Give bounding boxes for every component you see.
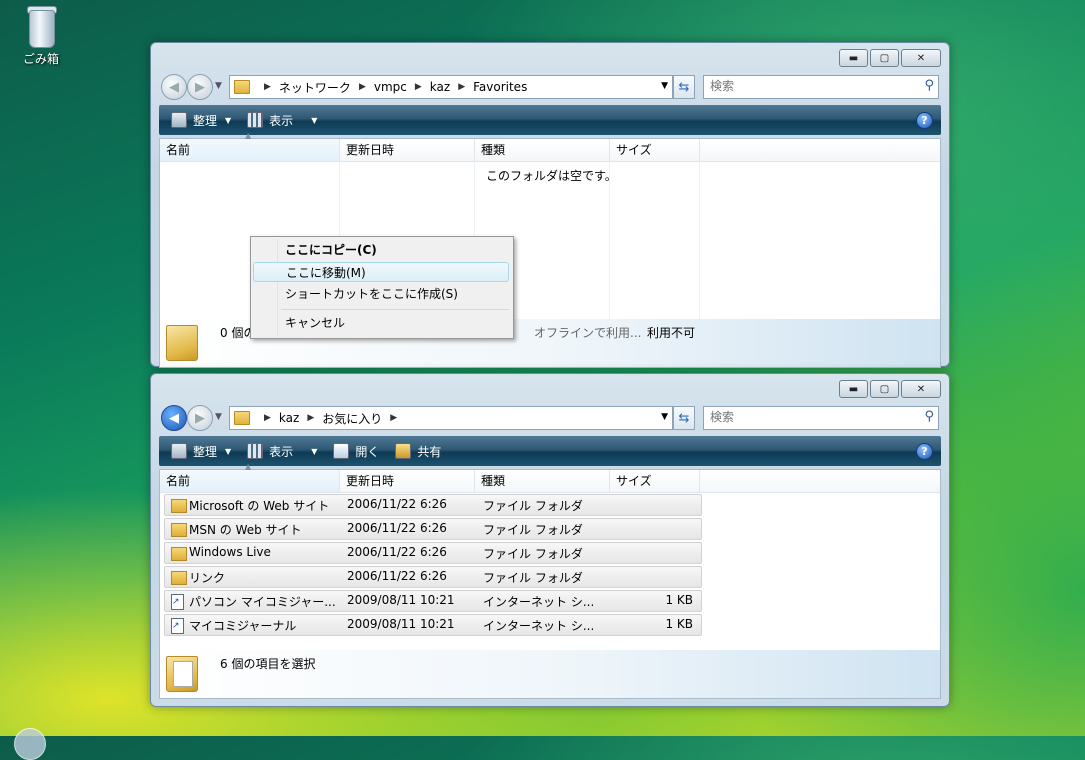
breadcrumb-network[interactable]: ネットワーク [279, 79, 351, 96]
recycle-bin-icon [24, 4, 58, 48]
details-pane: 6 個の項目を選択 [159, 650, 941, 699]
refresh-button[interactable]: ⇆ [673, 406, 695, 430]
organize-icon [171, 112, 187, 128]
breadcrumb-kaz[interactable]: kaz [430, 80, 450, 94]
views-button[interactable]: 表示 ▼ [243, 109, 321, 131]
command-bar: 整理 ▼ 表示 ▼ ? [159, 105, 941, 135]
help-icon[interactable]: ? [916, 112, 933, 129]
minimize-button[interactable]: ▬ [839, 49, 868, 67]
recent-pages-dropdown[interactable]: ▼ [215, 412, 222, 422]
internet-shortcut-icon [171, 618, 184, 634]
column-name[interactable]: 名前 [160, 470, 340, 492]
address-bar[interactable]: ▶ ネットワーク ▶ vmpc ▶ kaz ▶ Favorites ▼ [229, 75, 673, 99]
breadcrumb-favorites[interactable]: Favorites [473, 80, 527, 94]
folder-icon [171, 499, 187, 513]
column-name[interactable]: 名前 [160, 139, 340, 161]
offline-availability-value: 利用不可 [647, 326, 696, 340]
share-button[interactable]: 共有 [391, 440, 445, 462]
offline-availability-label: オフラインで利用... [534, 326, 642, 340]
maximize-button[interactable]: ▢ [870, 49, 899, 67]
minimize-button[interactable]: ▬ [839, 380, 868, 398]
views-icon [247, 112, 264, 128]
column-size[interactable]: サイズ [610, 470, 700, 492]
search-icon[interactable]: ⚲ [924, 78, 934, 93]
menu-item-move-here[interactable]: ここに移動(M) [253, 262, 509, 282]
breadcrumb-okiniiri[interactable]: お気に入り [322, 410, 382, 427]
folder-icon [234, 80, 250, 94]
column-size[interactable]: サイズ [610, 139, 700, 161]
back-button[interactable]: ◀ [161, 405, 187, 431]
views-icon [247, 443, 264, 459]
command-bar: 整理 ▼ 表示 ▼ 開く 共有 ? [159, 436, 941, 466]
recent-pages-dropdown[interactable]: ▼ [215, 81, 222, 91]
drag-drop-context-menu: ここにコピー(C) ここに移動(M) ショートカットをここに作成(S) キャンセ… [250, 236, 514, 339]
explorer-window-okiniiri: ▬ ▢ ✕ ◀ ▶ ▼ ▶kaz ▶お気に入り ▶ ▼ ⇆ ⚲ 整理▼ 表示▼ … [150, 373, 950, 707]
menu-item-copy-here[interactable]: ここにコピー(C) [253, 240, 509, 260]
help-icon[interactable]: ? [916, 443, 933, 460]
breadcrumb-vmpc[interactable]: vmpc [374, 80, 407, 94]
folder-icon [171, 523, 187, 537]
start-orb-edge[interactable] [14, 728, 46, 760]
address-bar[interactable]: ▶ kaz ▶ お気に入り ▶ ▼ [229, 406, 673, 430]
list-item[interactable]: リンク 2006/11/22 6:26 ファイル フォルダ [164, 566, 702, 588]
multiple-items-icon [166, 656, 198, 692]
menu-item-cancel[interactable]: キャンセル [253, 313, 509, 333]
sort-arrow-icon: ▲ [245, 131, 252, 140]
open-icon [333, 443, 350, 459]
favorites-folder-icon [234, 411, 250, 425]
maximize-button[interactable]: ▢ [870, 380, 899, 398]
forward-button[interactable]: ▶ [187, 74, 213, 100]
list-item[interactable]: Windows Live 2006/11/22 6:26 ファイル フォルダ [164, 542, 702, 564]
back-button[interactable]: ◀ [161, 74, 187, 100]
organize-icon [171, 443, 187, 459]
address-dropdown[interactable]: ▼ [661, 412, 668, 422]
folder-icon [171, 547, 187, 561]
list-item[interactable]: パソコン マイコミジャー...2009/08/11 10:21インターネット シ… [164, 590, 702, 612]
column-date[interactable]: 更新日時 [340, 470, 475, 492]
search-input[interactable] [704, 76, 910, 96]
share-icon [395, 443, 412, 459]
search-input[interactable] [704, 407, 910, 427]
refresh-button[interactable]: ⇆ [673, 75, 695, 99]
folder-icon [171, 571, 187, 585]
address-dropdown[interactable]: ▼ [661, 81, 668, 91]
close-button[interactable]: ✕ [901, 380, 941, 398]
organize-button[interactable]: 整理 ▼ [167, 109, 235, 131]
search-icon[interactable]: ⚲ [924, 409, 934, 424]
list-item[interactable]: マイコミジャーナル2009/08/11 10:21インターネット シ...1 K… [164, 614, 702, 636]
close-button[interactable]: ✕ [901, 49, 941, 67]
organize-button[interactable]: 整理 ▼ [167, 440, 235, 462]
search-box[interactable]: ⚲ [703, 406, 939, 430]
column-type[interactable]: 種類 [475, 470, 610, 492]
recycle-bin-label: ごみ箱 [22, 52, 59, 66]
breadcrumb-kaz[interactable]: kaz [279, 411, 299, 425]
file-list[interactable]: 名前 ▲ 更新日時 種類 サイズ Microsoft の Web サイト 2006… [159, 462, 941, 651]
column-date[interactable]: 更新日時 [340, 139, 475, 161]
menu-separator [281, 309, 509, 310]
selection-count: 6 個の項目を選択 [220, 657, 316, 671]
sort-arrow-icon: ▲ [245, 462, 252, 471]
menu-item-create-shortcut[interactable]: ショートカットをここに作成(S) [253, 284, 509, 304]
list-item[interactable]: MSN の Web サイト 2006/11/22 6:26 ファイル フォルダ [164, 518, 702, 540]
recycle-bin[interactable]: ごみ箱 [16, 4, 66, 67]
views-button[interactable]: 表示 ▼ [243, 440, 321, 462]
empty-folder-message: このフォルダは空です。 [486, 169, 617, 183]
search-box[interactable]: ⚲ [703, 75, 939, 99]
folder-icon [166, 325, 198, 361]
open-button[interactable]: 開く [329, 440, 383, 462]
column-type[interactable]: 種類 [475, 139, 610, 161]
list-item[interactable]: Microsoft の Web サイト 2006/11/22 6:26 ファイル フ… [164, 494, 702, 516]
internet-shortcut-icon [171, 594, 184, 610]
forward-button[interactable]: ▶ [187, 405, 213, 431]
